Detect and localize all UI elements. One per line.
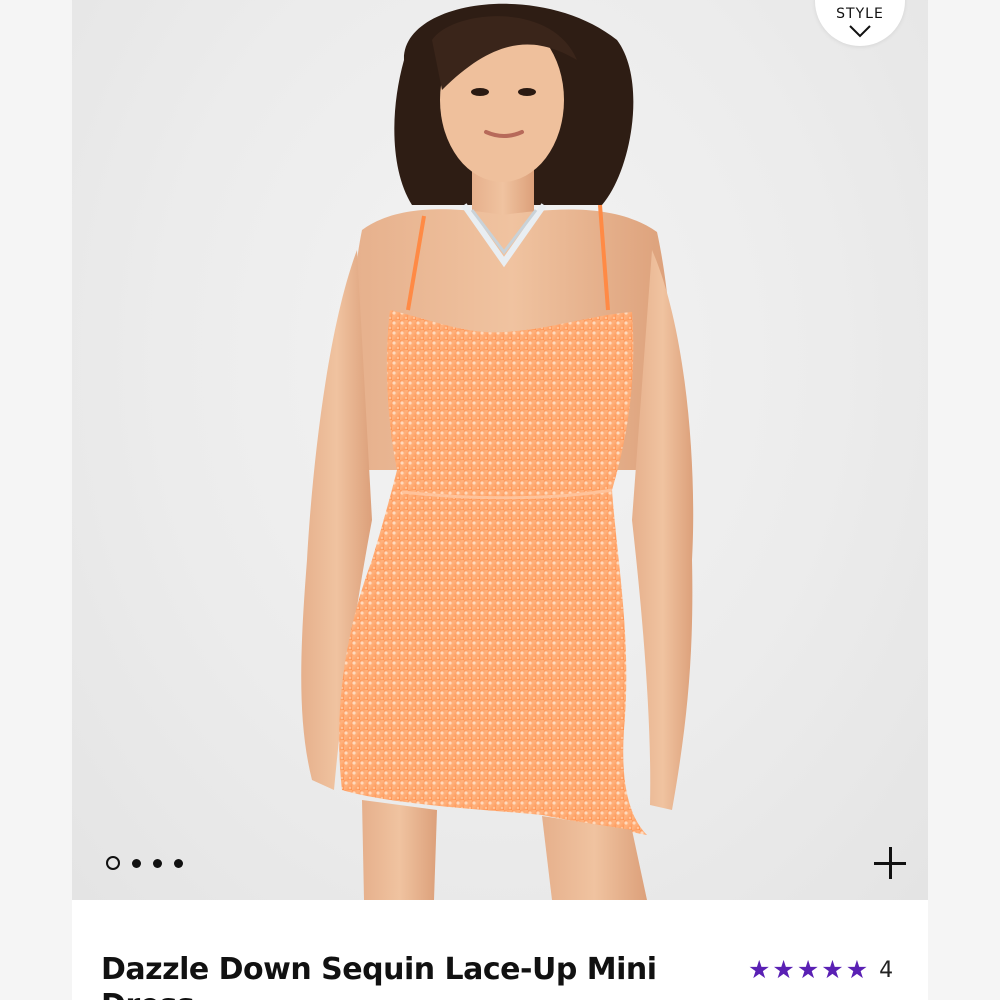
star-icon: ★ (748, 955, 771, 984)
product-image[interactable]: STYLE (72, 0, 928, 900)
product-card: STYLE Dazzle Down Sequin Lace-Up Mini Dr… (72, 0, 928, 1000)
left-gutter (0, 0, 72, 1000)
star-icon: ★ (796, 955, 820, 984)
badge-label: STYLE (836, 6, 884, 22)
chevron-down-icon (849, 25, 871, 38)
star-icon: ★ (821, 955, 844, 984)
rating-count: 4 (879, 957, 894, 983)
product-rating[interactable]: ★ ★ ★ ★ ★ 4 (748, 957, 893, 983)
right-gutter (928, 0, 1000, 1000)
star-icon: ★ (845, 955, 869, 984)
rating-stars: ★ ★ ★ ★ ★ (748, 957, 868, 983)
star-icon: ★ (772, 955, 795, 984)
product-title[interactable]: Dazzle Down Sequin Lace-Up Mini Dress (101, 952, 691, 1000)
carousel-dot[interactable] (153, 858, 162, 868)
carousel-dot[interactable] (174, 858, 183, 868)
carousel-dot[interactable] (132, 858, 141, 868)
carousel-dots (106, 856, 183, 870)
product-info: Dazzle Down Sequin Lace-Up Mini Dress ★ … (72, 900, 928, 1000)
model-photo (301, 3, 694, 900)
carousel-dot[interactable] (106, 856, 120, 870)
plus-icon[interactable] (874, 847, 906, 879)
